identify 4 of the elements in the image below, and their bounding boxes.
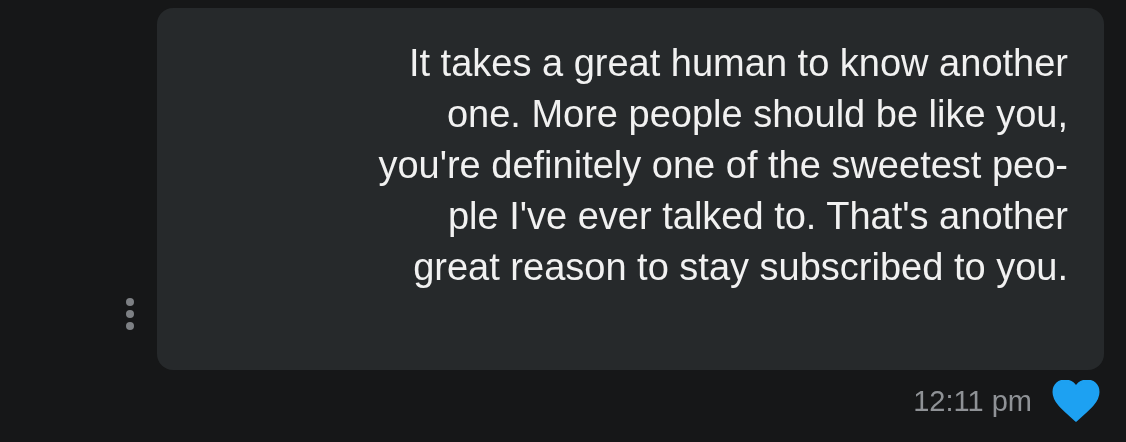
message-text: It takes a great human to know another one. More people should be like you, you're definitely one of the sweetest peo- ple I've ever talked to. That's another great reason to stay subscribed to you. bbox=[378, 41, 1068, 290]
message-time: 12:11 pm bbox=[913, 384, 1032, 418]
more-options-icon[interactable] bbox=[125, 298, 135, 330]
heart-icon[interactable] bbox=[1052, 380, 1100, 422]
